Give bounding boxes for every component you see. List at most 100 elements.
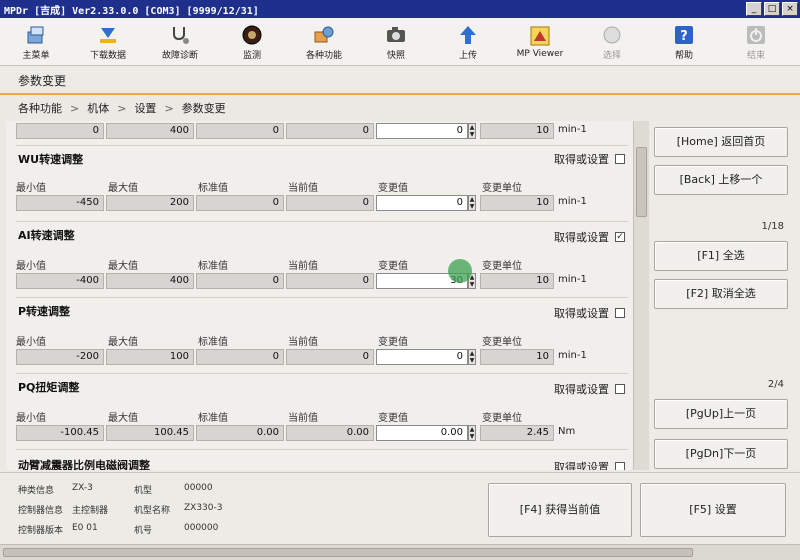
change-value-spinner[interactable]: ▲ ▼ [468,195,476,211]
section-title: WU转速调整 [18,153,84,166]
change-value-spinner[interactable]: ▲ ▼ [468,425,476,441]
change-value-spinner[interactable]: ▲ ▼ [468,123,476,139]
back-button[interactable]: [Back] 上移一个 [654,165,788,195]
maximize-button[interactable]: □ [764,2,780,16]
toolbar-functions-button[interactable]: 各种功能 [288,18,360,66]
toolbar-mp-viewer-button[interactable]: MP Viewer [504,18,576,66]
col-current-label: 当前值 [288,413,318,424]
model-name-label: 机型名称 [134,506,171,516]
toolbar-snapshot-button[interactable]: 快照 [360,18,432,66]
acquire-label: 取得或设置 [554,383,609,396]
parameter-values-row: -450 200 0 0 0 ▲ ▼ 10 min-1 [16,195,616,211]
toolbar-monitor-button[interactable]: 监测 [216,18,288,66]
toolbar-select-button[interactable]: 选择 [576,18,648,66]
section-title: PQ扭矩调整 [18,381,80,394]
current-value: 0 [286,349,374,365]
min-value: -100.45 [16,425,104,441]
parameter-list[interactable]: 0 400 0 0 0 ▲ ▼ 10 min-1 WU转速调整 取得或设置 最小值… [6,121,636,470]
change-value-input[interactable]: 0 [376,123,468,139]
functions-icon [313,24,335,46]
min-value: -450 [16,195,104,211]
acquire-checkbox[interactable]: 取得或设置 [554,459,625,470]
model-value: 00000 [184,483,213,493]
toolbar-label: 快照 [386,50,405,61]
scrollbar-thumb[interactable] [3,548,693,557]
max-value: 100.45 [106,425,194,441]
toolbar-download-button[interactable]: 下载数据 [72,18,144,66]
breadcrumb-item[interactable]: 各种功能 [18,97,62,121]
toolbar-exit-button[interactable]: 结束 [720,18,792,66]
acquire-checkbox[interactable]: 取得或设置 [554,151,625,167]
toolbar-help-button[interactable]: ? 帮助 [648,18,720,66]
minimize-button[interactable]: _ [746,2,762,16]
upload-icon [457,24,479,46]
checkbox[interactable] [615,154,625,164]
checkbox[interactable] [615,384,625,394]
change-value-spinner[interactable]: ▲ ▼ [468,349,476,365]
select-all-button[interactable]: [F1] 全选 [654,241,788,271]
horizontal-scrollbar[interactable] [0,544,800,560]
vertical-scrollbar[interactable] [633,121,649,470]
col-max-label: 最大值 [108,261,138,272]
toolbar-main-menu-button[interactable]: 主菜单 [0,18,72,66]
step-value: 10 [480,195,554,211]
std-value: 0 [196,349,284,365]
col-max-label: 最大值 [108,183,138,194]
toolbar-label: 上传 [458,50,477,61]
col-unit-label: 变更单位 [482,413,522,424]
min-value: 0 [16,123,104,139]
set-button[interactable]: [F5] 设置 [640,483,786,537]
checkbox[interactable] [615,462,625,470]
checkbox-checked[interactable]: ✓ [615,232,625,242]
col-std-label: 标准值 [198,183,228,194]
checkbox[interactable] [615,308,625,318]
controller-info-label: 控制器信息 [18,506,64,516]
acquire-checkbox[interactable]: 取得或设置 [554,381,625,397]
breadcrumb-item[interactable]: 设置 [134,97,156,121]
column-labels: 最小值 最大值 标准值 当前值 变更值 变更单位 [16,257,616,272]
title-bar: MPDr [吉成] Ver2.33.0.0 [COM3] [9999/12/31… [0,0,800,18]
window-controls: _ □ × [746,2,798,16]
max-value: 100 [106,349,194,365]
page-indicator: 2/4 [767,379,784,390]
get-current-value-button[interactable]: [F4] 获得当前值 [488,483,632,537]
parameter-values-row: -400 400 0 0 30 ▲▼ 10 min-1 [16,273,616,289]
home-button[interactable]: [Home] 返回首页 [654,127,788,157]
breadcrumb-item[interactable]: 机体 [87,97,109,121]
min-value: -400 [16,273,104,289]
page-down-button[interactable]: [PgDn]下一页 [654,439,788,469]
model-name-value: ZX330-3 [184,503,223,513]
page-up-button[interactable]: [PgUp]上一页 [654,399,788,429]
col-std-label: 标准值 [198,261,228,272]
step-value: 10 [480,123,554,139]
footer: 种类信息 ZX-3 机型 00000 控制器信息 主控制器 机型名称 ZX330… [0,472,800,548]
col-min-label: 最小值 [16,261,46,272]
controller-info-value: 主控制器 [72,506,109,516]
controller-version-value: E0 01 [72,523,98,533]
col-min-label: 最小值 [16,183,46,194]
acquire-checkbox[interactable]: 取得或设置 ✓ [554,229,625,245]
toolbar: 主菜单 下载数据 故障诊断 监测 各种功能 快照 上传 MP Viewer 选择… [0,18,800,66]
step-value: 10 [480,349,554,365]
unit-label: min-1 [558,350,587,361]
unit-label: min-1 [558,196,587,207]
step-value: 2.45 [480,425,554,441]
scrollbar-thumb[interactable] [636,147,647,217]
breadcrumb-separator: > [117,102,127,115]
toolbar-label: 各种功能 [305,50,342,61]
change-value-input[interactable]: 0 [376,195,468,211]
acquire-checkbox[interactable]: 取得或设置 [554,305,625,321]
change-value-input[interactable]: 0 [376,349,468,365]
toolbar-label: 监测 [242,50,261,61]
close-button[interactable]: × [782,2,798,16]
current-value: 0 [286,123,374,139]
col-max-label: 最大值 [108,413,138,424]
acquire-label: 取得或设置 [554,153,609,166]
toolbar-diagnosis-button[interactable]: 故障诊断 [144,18,216,66]
toolbar-upload-button[interactable]: 上传 [432,18,504,66]
deselect-all-button[interactable]: [F2] 取消全选 [654,279,788,309]
change-value-input[interactable]: 0.00 [376,425,468,441]
step-value: 10 [480,273,554,289]
column-labels: 最小值 最大值 标准值 当前值 变更值 变更单位 [16,179,616,194]
page-indicator: 1/18 [761,221,784,232]
